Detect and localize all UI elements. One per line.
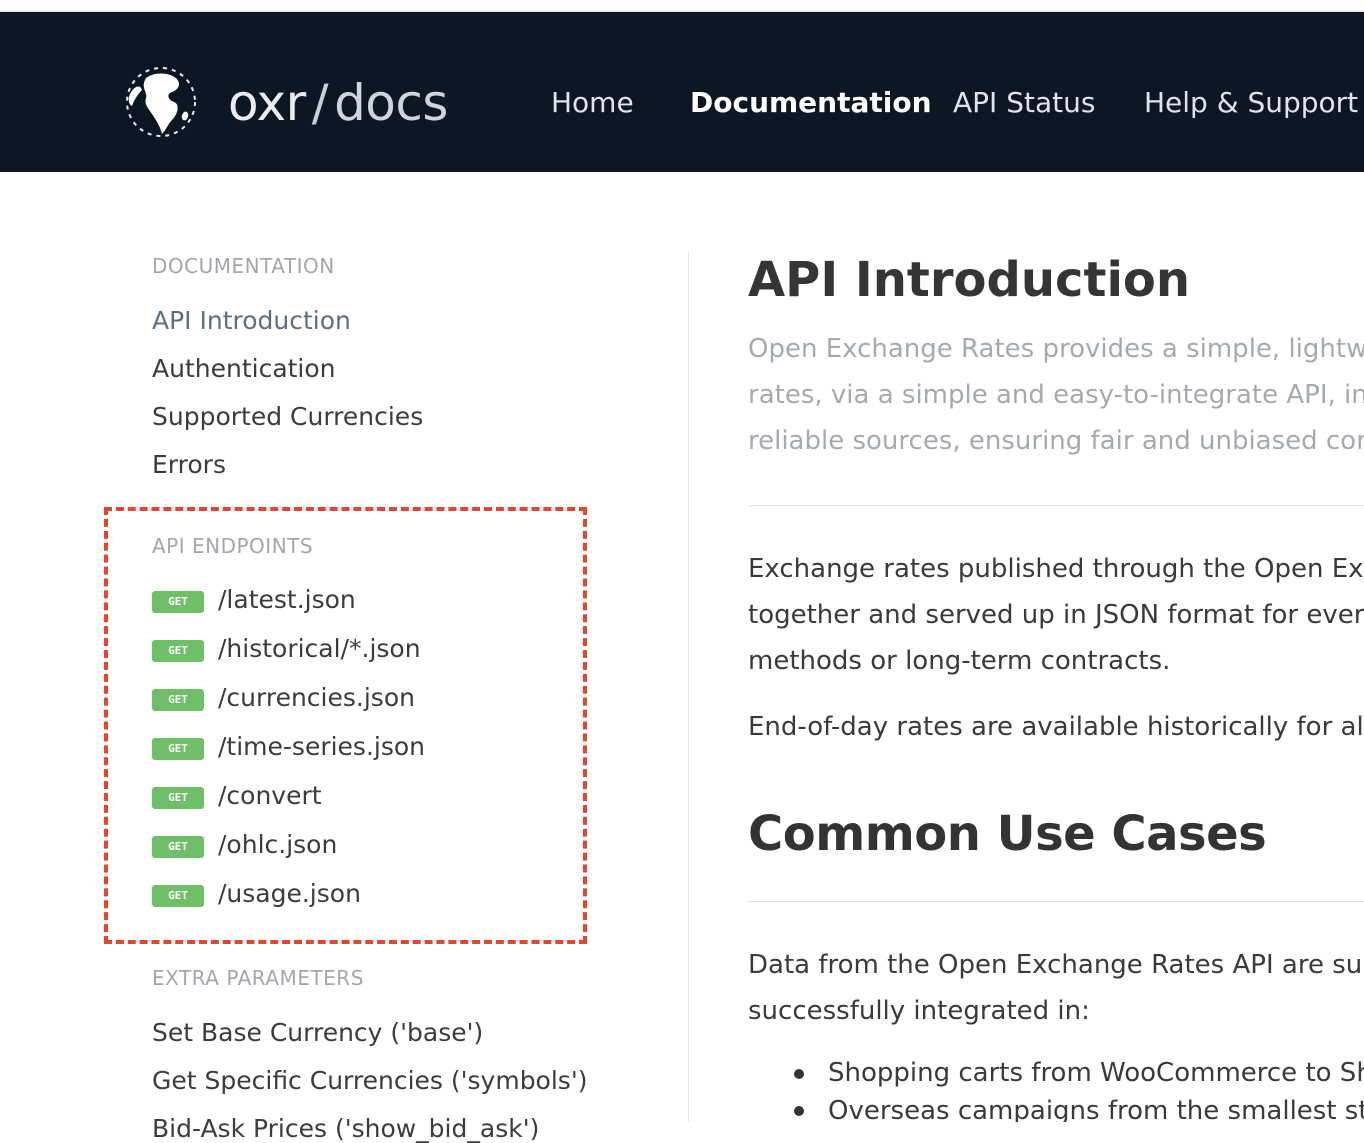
bullet-icon xyxy=(794,1106,804,1116)
get-method-badge: GET xyxy=(152,885,204,907)
sidebar-heading-api-endpoints: API ENDPOINTS xyxy=(152,534,314,558)
endpoint-path: /latest.json xyxy=(218,585,356,614)
nav-home[interactable]: Home xyxy=(551,86,634,119)
brand-slash: / xyxy=(311,74,329,132)
lead-text: Open Exchange Rates provides a simple, l… xyxy=(748,334,1364,364)
sidebar-link-authentication[interactable]: Authentication xyxy=(152,354,336,383)
sidebar-link-set-base[interactable]: Set Base Currency ('base') xyxy=(152,1018,483,1047)
list-item: Overseas campaigns from the smallest st xyxy=(828,1096,1364,1122)
section-title: Common Use Cases xyxy=(748,806,1267,862)
endpoint-path: /currencies.json xyxy=(218,683,415,712)
list-item: Shopping carts from WooCommerce to Sh xyxy=(828,1058,1364,1088)
get-method-badge: GET xyxy=(152,640,204,662)
paragraph-text: Exchange rates published through the Ope… xyxy=(748,554,1364,584)
brand-name: oxr xyxy=(228,74,306,132)
sidebar-link-bid-ask[interactable]: Bid-Ask Prices ('show_bid_ask') xyxy=(152,1114,539,1143)
endpoint-path: /ohlc.json xyxy=(218,830,338,859)
sidebar-link-symbols[interactable]: Get Specific Currencies ('symbols') xyxy=(152,1066,587,1095)
endpoint-path: /usage.json xyxy=(218,879,361,908)
lead-text: rates, via a simple and easy-to-integrat… xyxy=(748,380,1364,410)
brand-section: docs xyxy=(334,74,448,132)
site-logo[interactable]: oxr / docs xyxy=(112,58,492,148)
paragraph-text: methods or long-term contracts. xyxy=(748,646,1171,676)
brand-wordmark: oxr / docs xyxy=(228,74,448,132)
endpoint-path: /convert xyxy=(218,781,322,810)
get-method-badge: GET xyxy=(152,689,204,711)
get-method-badge: GET xyxy=(152,836,204,858)
endpoint-path: /time-series.json xyxy=(218,732,426,761)
sidebar-link-errors[interactable]: Errors xyxy=(152,450,226,479)
endpoint-path: /historical/*.json xyxy=(218,634,421,663)
get-method-badge: GET xyxy=(152,787,204,809)
sidebar-heading-documentation: DOCUMENTATION xyxy=(152,254,335,278)
sidebar-link-supported-currencies[interactable]: Supported Currencies xyxy=(152,402,423,431)
paragraph-text: Data from the Open Exchange Rates API ar… xyxy=(748,950,1364,980)
get-method-badge: GET xyxy=(152,591,204,613)
globe-icon xyxy=(126,67,196,137)
sidebar-link-api-introduction[interactable]: API Introduction xyxy=(152,306,351,335)
main-content: API Introduction Open Exchange Rates pro… xyxy=(748,0,1364,1122)
page-title: API Introduction xyxy=(748,252,1191,308)
sidebar-heading-extra-parameters: EXTRA PARAMETERS xyxy=(152,966,364,990)
bullet-icon xyxy=(794,1069,804,1079)
paragraph-text: successfully integrated in: xyxy=(748,996,1090,1026)
lead-text: reliable sources, ensuring fair and unbi… xyxy=(748,426,1364,456)
sidebar-divider xyxy=(688,252,689,1122)
paragraph-text: End-of-day rates are available historica… xyxy=(748,712,1364,742)
section-divider xyxy=(748,505,1364,506)
get-method-badge: GET xyxy=(152,738,204,760)
paragraph-text: together and served up in JSON format fo… xyxy=(748,600,1364,630)
section-divider xyxy=(748,901,1364,902)
